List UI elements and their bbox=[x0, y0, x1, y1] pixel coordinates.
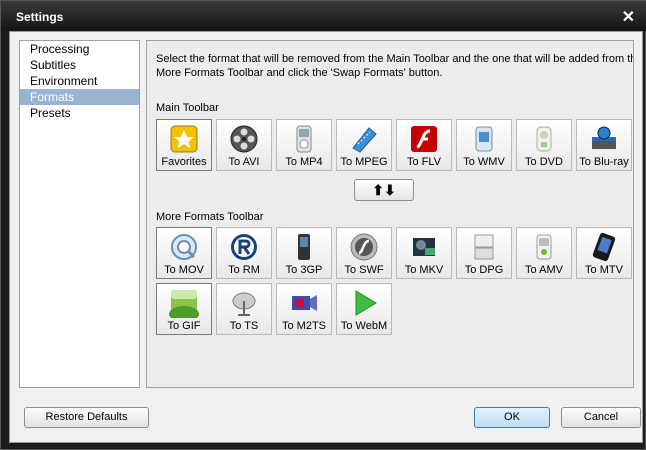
film-reel-icon bbox=[229, 124, 259, 154]
format-button-label: To Blu-ray bbox=[579, 156, 629, 168]
more-formats-row-1: To MOV To RM To 3GP To SWF To MKV To DPG To AM… bbox=[156, 227, 632, 279]
format-button-label: To DVD bbox=[525, 156, 563, 168]
format-button-label: To DPG bbox=[464, 264, 504, 276]
dialog-body: Processing Subtitles Environment Formats… bbox=[9, 31, 643, 443]
format-button-label: To AVI bbox=[228, 156, 260, 168]
format-button-label: To AMV bbox=[525, 264, 563, 276]
sidebar-item-formats[interactable]: Formats bbox=[20, 89, 139, 105]
format-button-label: To WMV bbox=[463, 156, 505, 168]
more-formats-toolbar-label: More Formats Toolbar bbox=[156, 211, 264, 223]
media-player-icon bbox=[589, 232, 619, 262]
title-bar[interactable]: Settings ✕ bbox=[1, 1, 646, 31]
landscape-image-icon bbox=[169, 288, 199, 322]
camcorder-icon bbox=[289, 288, 319, 318]
flash-icon bbox=[409, 124, 439, 154]
format-button-label: To FLV bbox=[406, 156, 442, 168]
format-button-label: To MP4 bbox=[285, 156, 323, 168]
main-toolbar-to-blu-ray-button[interactable]: To Blu-ray bbox=[576, 119, 632, 171]
flash-disc-icon bbox=[349, 232, 379, 262]
formats-description: Select the format that will be removed f… bbox=[156, 53, 633, 79]
format-button-label: To SWF bbox=[344, 264, 384, 276]
sidebar-item-environment[interactable]: Environment bbox=[20, 73, 139, 89]
windows-media-icon bbox=[469, 124, 499, 154]
more-formats-to-rm-button[interactable]: To RM bbox=[216, 227, 272, 279]
main-toolbar-to-avi-button[interactable]: To AVI bbox=[216, 119, 272, 171]
mobile-phone-icon bbox=[289, 232, 319, 262]
film-strip-icon bbox=[349, 124, 379, 154]
sidebar-item-processing[interactable]: Processing bbox=[20, 41, 139, 57]
ipod-icon bbox=[289, 124, 319, 154]
format-button-label: To M2TS bbox=[281, 320, 326, 332]
format-button-label: To MPEG bbox=[340, 156, 388, 168]
satellite-dish-icon bbox=[229, 288, 259, 318]
main-toolbar-to-flv-button[interactable]: To FLV bbox=[396, 119, 452, 171]
more-formats-to-gif-button[interactable]: To GIF bbox=[156, 283, 212, 335]
realmedia-icon bbox=[229, 232, 259, 262]
format-button-label: To MKV bbox=[404, 264, 444, 276]
main-toolbar-favorites-button[interactable]: Favorites bbox=[156, 119, 212, 171]
format-button-label: To 3GP bbox=[285, 264, 323, 276]
format-button-label: To MOV bbox=[164, 264, 204, 276]
nintendo-ds-icon bbox=[469, 232, 499, 262]
dvd-player-icon bbox=[529, 124, 559, 154]
window-title: Settings bbox=[16, 10, 64, 24]
more-formats-to-swf-button[interactable]: To SWF bbox=[336, 227, 392, 279]
main-toolbar-to-mp4-button[interactable]: To MP4 bbox=[276, 119, 332, 171]
settings-sidebar: Processing Subtitles Environment Formats… bbox=[19, 40, 140, 388]
mp3-player-icon bbox=[529, 232, 559, 262]
more-formats-to-mov-button[interactable]: To MOV bbox=[156, 227, 212, 279]
more-formats-to-amv-button[interactable]: To AMV bbox=[516, 227, 572, 279]
star-icon bbox=[169, 124, 199, 154]
mkv-film-icon bbox=[409, 232, 439, 262]
main-toolbar-row: Favorites To AVI To MP4 To MPEG To FLV To WMV… bbox=[156, 119, 632, 171]
main-toolbar-to-dvd-button[interactable]: To DVD bbox=[516, 119, 572, 171]
more-formats-to-3gp-button[interactable]: To 3GP bbox=[276, 227, 332, 279]
cancel-button[interactable]: Cancel bbox=[561, 407, 641, 428]
main-toolbar-to-wmv-button[interactable]: To WMV bbox=[456, 119, 512, 171]
swap-formats-button[interactable]: ⬆⬇ bbox=[354, 179, 414, 201]
more-formats-to-dpg-button[interactable]: To DPG bbox=[456, 227, 512, 279]
close-icon[interactable]: ✕ bbox=[622, 7, 635, 27]
ok-button[interactable]: OK bbox=[474, 407, 550, 428]
formats-panel: Select the format that will be removed f… bbox=[146, 40, 634, 388]
format-button-label: To WebM bbox=[340, 320, 388, 332]
sidebar-item-subtitles[interactable]: Subtitles bbox=[20, 57, 139, 73]
quicktime-icon bbox=[169, 232, 199, 262]
main-toolbar-label: Main Toolbar bbox=[156, 102, 219, 114]
format-button-label: To MTV bbox=[585, 264, 623, 276]
main-toolbar-to-mpeg-button[interactable]: To MPEG bbox=[336, 119, 392, 171]
more-formats-row-2: To GIF To TS To M2TS To WebM bbox=[156, 283, 392, 335]
more-formats-to-m2ts-button[interactable]: To M2TS bbox=[276, 283, 332, 335]
sidebar-item-presets[interactable]: Presets bbox=[20, 105, 139, 121]
settings-window: Settings ✕ Processing Subtitles Environm… bbox=[0, 0, 646, 450]
more-formats-to-mtv-button[interactable]: To MTV bbox=[576, 227, 632, 279]
play-triangle-icon bbox=[349, 288, 379, 318]
format-button-label: Favorites bbox=[161, 156, 207, 168]
more-formats-to-mkv-button[interactable]: To MKV bbox=[396, 227, 452, 279]
format-button-label: To TS bbox=[229, 320, 259, 332]
more-formats-to-webm-button[interactable]: To WebM bbox=[336, 283, 392, 335]
more-formats-to-ts-button[interactable]: To TS bbox=[216, 283, 272, 335]
format-button-label: To GIF bbox=[167, 320, 201, 332]
blu-ray-icon bbox=[589, 124, 619, 154]
format-button-label: To RM bbox=[228, 264, 260, 276]
restore-defaults-button[interactable]: Restore Defaults bbox=[24, 407, 149, 428]
